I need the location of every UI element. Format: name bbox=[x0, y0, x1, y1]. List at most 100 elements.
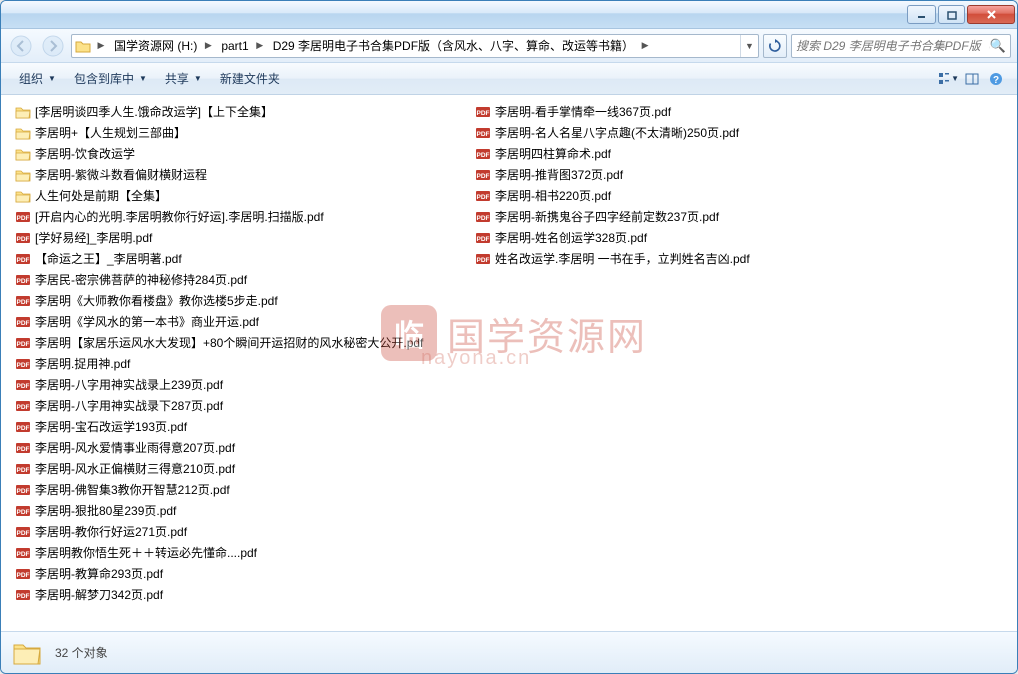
svg-text:PDF: PDF bbox=[477, 215, 490, 222]
file-item[interactable]: PDF李居明-八字用神实战录下287页.pdf bbox=[13, 395, 453, 416]
file-name: 李居明+【人生规划三部曲】 bbox=[35, 124, 186, 141]
file-name: 李居明《大师教你看楼盘》教你选楼5步走.pdf bbox=[35, 292, 278, 309]
breadcrumb-item[interactable]: part1 bbox=[215, 35, 252, 57]
svg-text:PDF: PDF bbox=[477, 257, 490, 264]
new-folder-button[interactable]: 新建文件夹 bbox=[212, 66, 288, 91]
breadcrumb-item[interactable]: D29 李居明电子书合集PDF版（含风水、八字、算命、改运等书籍） bbox=[267, 35, 638, 57]
pdf-icon: PDF bbox=[15, 335, 31, 351]
preview-pane-button[interactable] bbox=[961, 68, 983, 90]
file-name: 李居明-名人名星八字点趣(不太清晰)250页.pdf bbox=[495, 124, 739, 141]
file-item[interactable]: PDF李居明-教你行好运271页.pdf bbox=[13, 521, 453, 542]
file-item[interactable]: PDF李居明-新携鬼谷子四字经前定数237页.pdf bbox=[473, 206, 752, 227]
address-bar[interactable]: ▶ 国学资源网 (H:) ▶ part1 ▶ D29 李居明电子书合集PDF版（… bbox=[71, 34, 759, 58]
file-item[interactable]: PDF 李居明-相书220页.pdf bbox=[473, 185, 752, 206]
refresh-button[interactable] bbox=[763, 34, 787, 58]
pdf-icon: PDF bbox=[475, 188, 491, 204]
file-name: 李居明-八字用神实战录上239页.pdf bbox=[35, 376, 223, 393]
file-item[interactable]: PDF姓名改运学.李居明 一书在手，立判姓名吉凶.pdf bbox=[473, 248, 752, 269]
file-item[interactable]: PDF李居明-八字用神实战录上239页.pdf bbox=[13, 374, 453, 395]
svg-text:PDF: PDF bbox=[17, 299, 30, 306]
file-name: 李居明-相书220页.pdf bbox=[495, 187, 611, 204]
svg-text:PDF: PDF bbox=[17, 362, 30, 369]
pdf-icon: PDF bbox=[475, 125, 491, 141]
chevron-right-icon[interactable]: ▶ bbox=[201, 35, 215, 57]
breadcrumb-item[interactable]: 国学资源网 (H:) bbox=[108, 35, 201, 57]
file-name: 李居明《学风水的第一本书》商业开运.pdf bbox=[35, 313, 259, 330]
pdf-icon: PDF bbox=[15, 566, 31, 582]
file-name: 李居明-风水爱情事业雨得意207页.pdf bbox=[35, 439, 235, 456]
search-box[interactable]: 🔍 bbox=[791, 34, 1011, 58]
file-name: 人生何处是前期【全集】 bbox=[35, 187, 167, 204]
file-item[interactable]: PDF[学好易经]_李居明.pdf bbox=[13, 227, 453, 248]
file-item[interactable]: PDF【命运之王】_李居明著.pdf bbox=[13, 248, 453, 269]
file-name: 李居明-八字用神实战录下287页.pdf bbox=[35, 397, 223, 414]
svg-text:PDF: PDF bbox=[17, 509, 30, 516]
svg-text:PDF: PDF bbox=[477, 194, 490, 201]
file-item[interactable]: PDF[开启内心的光明.李居明教你行好运].李居明.扫描版.pdf bbox=[13, 206, 453, 227]
pdf-icon: PDF bbox=[475, 104, 491, 120]
file-item[interactable]: PDF李居明《学风水的第一本书》商业开运.pdf bbox=[13, 311, 453, 332]
file-item[interactable]: PDF李居明四柱算命术.pdf bbox=[473, 143, 752, 164]
file-name: 李居明-解梦刀342页.pdf bbox=[35, 586, 163, 603]
svg-text:PDF: PDF bbox=[17, 446, 30, 453]
forward-button[interactable] bbox=[39, 33, 67, 59]
help-button[interactable]: ? bbox=[985, 68, 1007, 90]
file-name: 李居明【家居乐运风水大发现】+80个瞬间开运招财的风水秘密大公开.pdf bbox=[35, 334, 423, 351]
folder-item[interactable]: 人生何处是前期【全集】 bbox=[13, 185, 453, 206]
file-item[interactable]: PDF李居明-佛智集3教你开智慧212页.pdf bbox=[13, 479, 453, 500]
file-item[interactable]: PDF李居明.捉用神.pdf bbox=[13, 353, 453, 374]
file-item[interactable]: PDF李居明-狠批80星239页.pdf bbox=[13, 500, 453, 521]
folder-item[interactable]: [李居明谈四季人生.饿命改运学]【上下全集】 bbox=[13, 101, 453, 122]
file-item[interactable]: PDF李居明-姓名创运学328页.pdf bbox=[473, 227, 752, 248]
pdf-icon: PDF bbox=[15, 398, 31, 414]
share-menu[interactable]: 共享▼ bbox=[157, 66, 210, 91]
navigation-bar: ▶ 国学资源网 (H:) ▶ part1 ▶ D29 李居明电子书合集PDF版（… bbox=[1, 29, 1017, 63]
folder-item[interactable]: 李居明-紫微斗数看偏财横财运程 bbox=[13, 164, 453, 185]
folder-item[interactable]: 李居明+【人生规划三部曲】 bbox=[13, 122, 453, 143]
file-item[interactable]: PDF李居明-教算命293页.pdf bbox=[13, 563, 453, 584]
folder-icon bbox=[15, 188, 31, 204]
file-item[interactable]: PDF李居明-推背图372页.pdf bbox=[473, 164, 752, 185]
file-item[interactable]: PDF李居明-看手掌情牵一线367页.pdf bbox=[473, 101, 752, 122]
svg-text:PDF: PDF bbox=[477, 173, 490, 180]
pdf-icon: PDF bbox=[15, 251, 31, 267]
folder-icon bbox=[15, 125, 31, 141]
file-name: [李居明谈四季人生.饿命改运学]【上下全集】 bbox=[35, 103, 273, 120]
organize-menu[interactable]: 组织▼ bbox=[11, 66, 64, 91]
file-item[interactable]: PDF李居民-密宗佛菩萨的神秘修持284页.pdf bbox=[13, 269, 453, 290]
pdf-icon: PDF bbox=[15, 356, 31, 372]
view-options-button[interactable]: ▼ bbox=[937, 68, 959, 90]
pdf-icon: PDF bbox=[15, 461, 31, 477]
svg-text:?: ? bbox=[993, 75, 999, 86]
chevron-right-icon[interactable]: ▶ bbox=[253, 35, 267, 57]
pdf-icon: PDF bbox=[15, 419, 31, 435]
file-item[interactable]: PDF李居明-宝石改运学193页.pdf bbox=[13, 416, 453, 437]
back-button[interactable] bbox=[7, 33, 35, 59]
pdf-icon: PDF bbox=[15, 230, 31, 246]
file-item[interactable]: PDF李居明教你悟生死＋＋转运必先懂命....pdf bbox=[13, 542, 453, 563]
file-item[interactable]: PDF 李居明《大师教你看楼盘》教你选楼5步走.pdf bbox=[13, 290, 453, 311]
include-menu[interactable]: 包含到库中▼ bbox=[66, 66, 155, 91]
pdf-icon: PDF bbox=[15, 293, 31, 309]
file-item[interactable]: PDF 李居明-风水爱情事业雨得意207页.pdf bbox=[13, 437, 453, 458]
file-item[interactable]: PDF李居明-解梦刀342页.pdf bbox=[13, 584, 453, 605]
status-bar: 32 个对象 bbox=[1, 631, 1017, 673]
file-item[interactable]: PDF李居明-风水正偏横财三得意210页.pdf bbox=[13, 458, 453, 479]
close-button[interactable] bbox=[967, 5, 1015, 24]
file-item[interactable]: PDF李居明-名人名星八字点趣(不太清晰)250页.pdf bbox=[473, 122, 752, 143]
search-icon[interactable]: 🔍 bbox=[990, 38, 1006, 54]
minimize-button[interactable] bbox=[907, 5, 936, 24]
address-dropdown[interactable]: ▼ bbox=[740, 35, 758, 57]
maximize-button[interactable] bbox=[938, 5, 965, 24]
chevron-right-icon[interactable]: ▶ bbox=[638, 35, 652, 57]
file-name: [开启内心的光明.李居明教你行好运].李居明.扫描版.pdf bbox=[35, 208, 324, 225]
svg-text:PDF: PDF bbox=[17, 278, 30, 285]
file-name: 李居明教你悟生死＋＋转运必先懂命....pdf bbox=[35, 544, 257, 561]
chevron-down-icon: ▼ bbox=[48, 74, 56, 83]
pdf-icon: PDF bbox=[15, 377, 31, 393]
svg-text:PDF: PDF bbox=[17, 467, 30, 474]
search-input[interactable] bbox=[796, 39, 990, 53]
folder-item[interactable]: 李居明-饮食改运学 bbox=[13, 143, 453, 164]
file-item[interactable]: PDF李居明【家居乐运风水大发现】+80个瞬间开运招财的风水秘密大公开.pdf bbox=[13, 332, 453, 353]
chevron-right-icon[interactable]: ▶ bbox=[94, 35, 108, 57]
